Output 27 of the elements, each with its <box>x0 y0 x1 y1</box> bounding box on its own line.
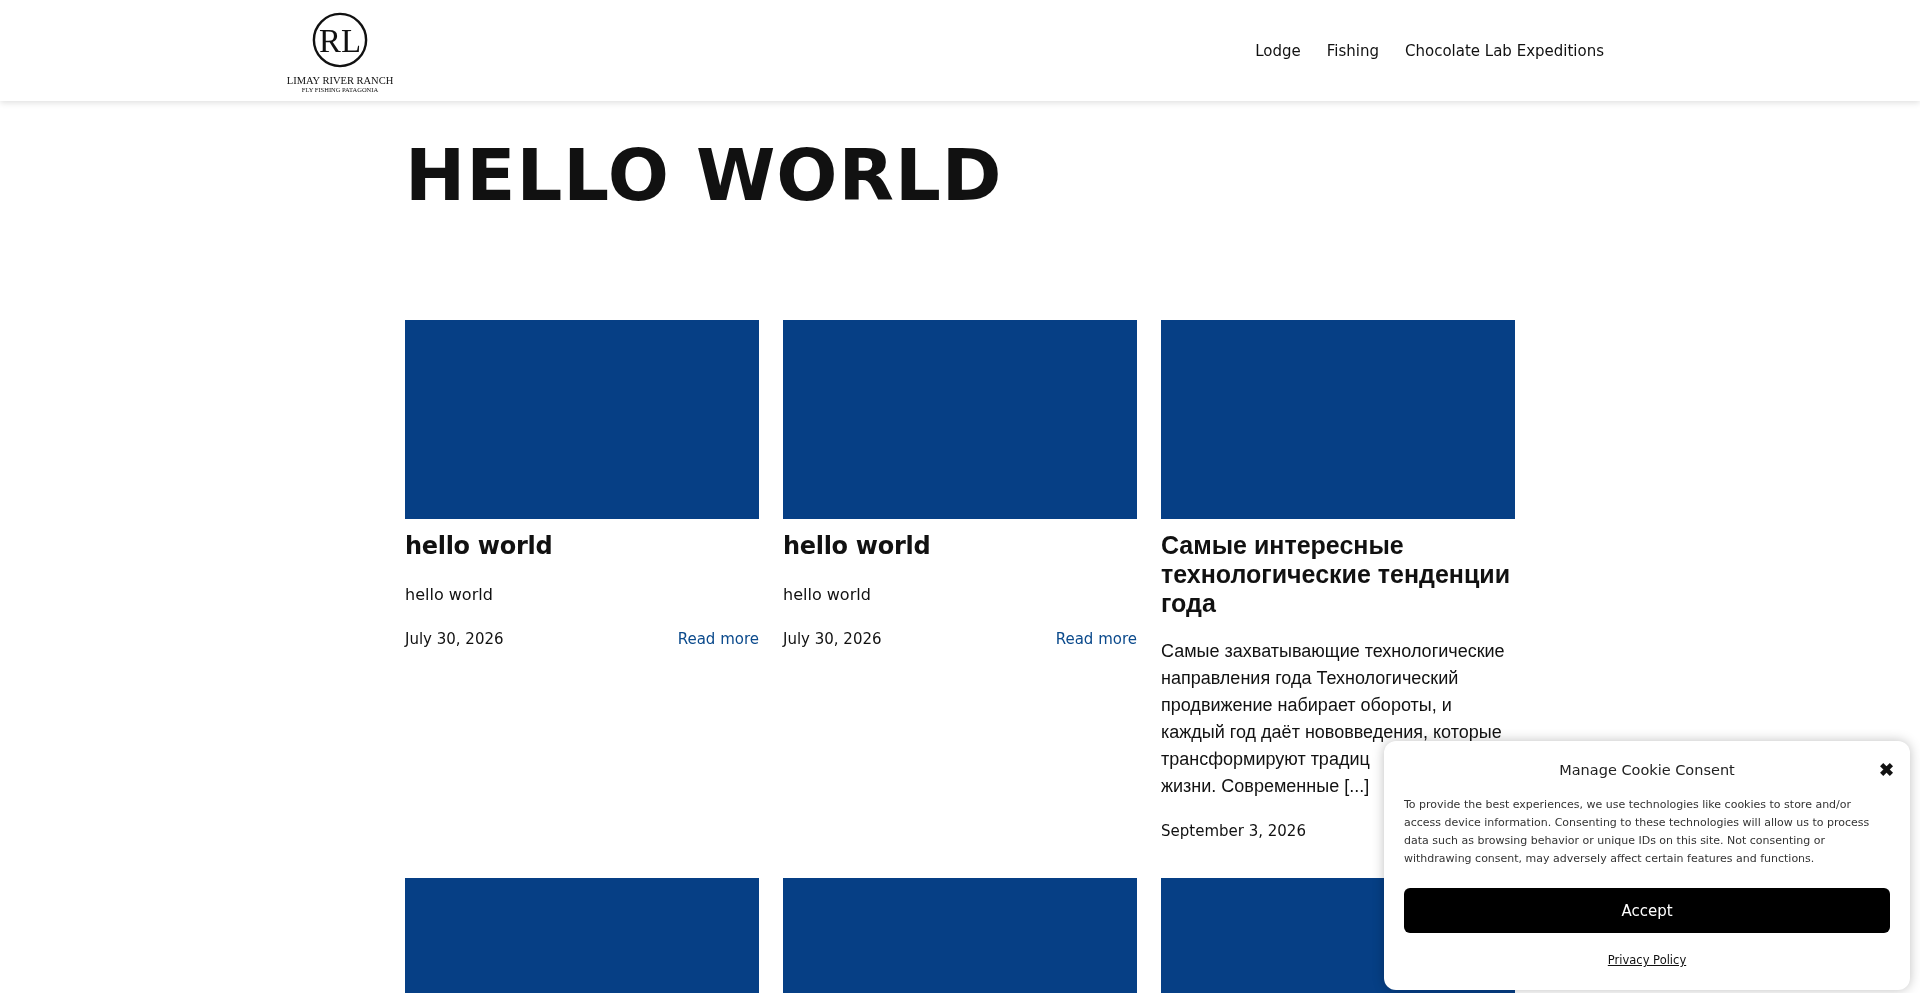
post-excerpt: hello world <box>783 584 871 606</box>
post-title[interactable]: Самые интересные технологические тенденции года <box>1161 531 1515 618</box>
consent-text: To provide the best experiences, we use technologies like cookies to store and/or access device information. Consenting to these technologies will allow us to process data such as browsing behavior or unique IDs on this site. Not consenting or withdrawing consent, may adversely affect certain features and functions. <box>1404 797 1871 867</box>
nav-link[interactable]: Fishing <box>1326 41 1379 60</box>
logo-name: LIMAY RIVER RANCH <box>286 74 394 86</box>
monogram-logo-icon[interactable]: RL <box>311 10 369 69</box>
page-title: HELLO WORLD <box>405 132 1004 219</box>
post-excerpt: продвижение набирает обороты, и <box>1161 694 1452 717</box>
post-excerpt: hello world <box>405 584 493 606</box>
post-date: July 30, 2026 <box>405 630 504 648</box>
nav-link[interactable]: Chocolate Lab Expeditions <box>1405 41 1604 60</box>
nav-link[interactable]: Lodge <box>1255 41 1301 60</box>
close-button[interactable]: ✖ <box>1879 759 1894 781</box>
post-date: July 30, 2026 <box>783 630 882 648</box>
post-excerpt: направления года Технологический <box>1161 667 1459 690</box>
post-date: September 3, 2026 <box>1161 822 1306 840</box>
post-title[interactable]: hello world <box>405 531 759 561</box>
privacy-policy-link[interactable]: Privacy Policy <box>1607 953 1687 967</box>
read-more-link[interactable]: Read more <box>1055 630 1137 648</box>
post-excerpt: Самые захватывающие технологические <box>1161 640 1505 663</box>
post-excerpt: каждый год даёт нововведения, которые <box>1161 721 1502 744</box>
dialog-title: Manage Cookie Consent <box>1559 762 1735 778</box>
post-excerpt: жизни. Современные [...] <box>1161 775 1370 798</box>
accept-button[interactable]: Accept <box>1404 888 1890 933</box>
post-title[interactable]: hello world <box>783 531 1137 561</box>
post-excerpt: трансформируют традиц <box>1161 748 1370 771</box>
read-more-link[interactable]: Read more <box>677 630 759 648</box>
